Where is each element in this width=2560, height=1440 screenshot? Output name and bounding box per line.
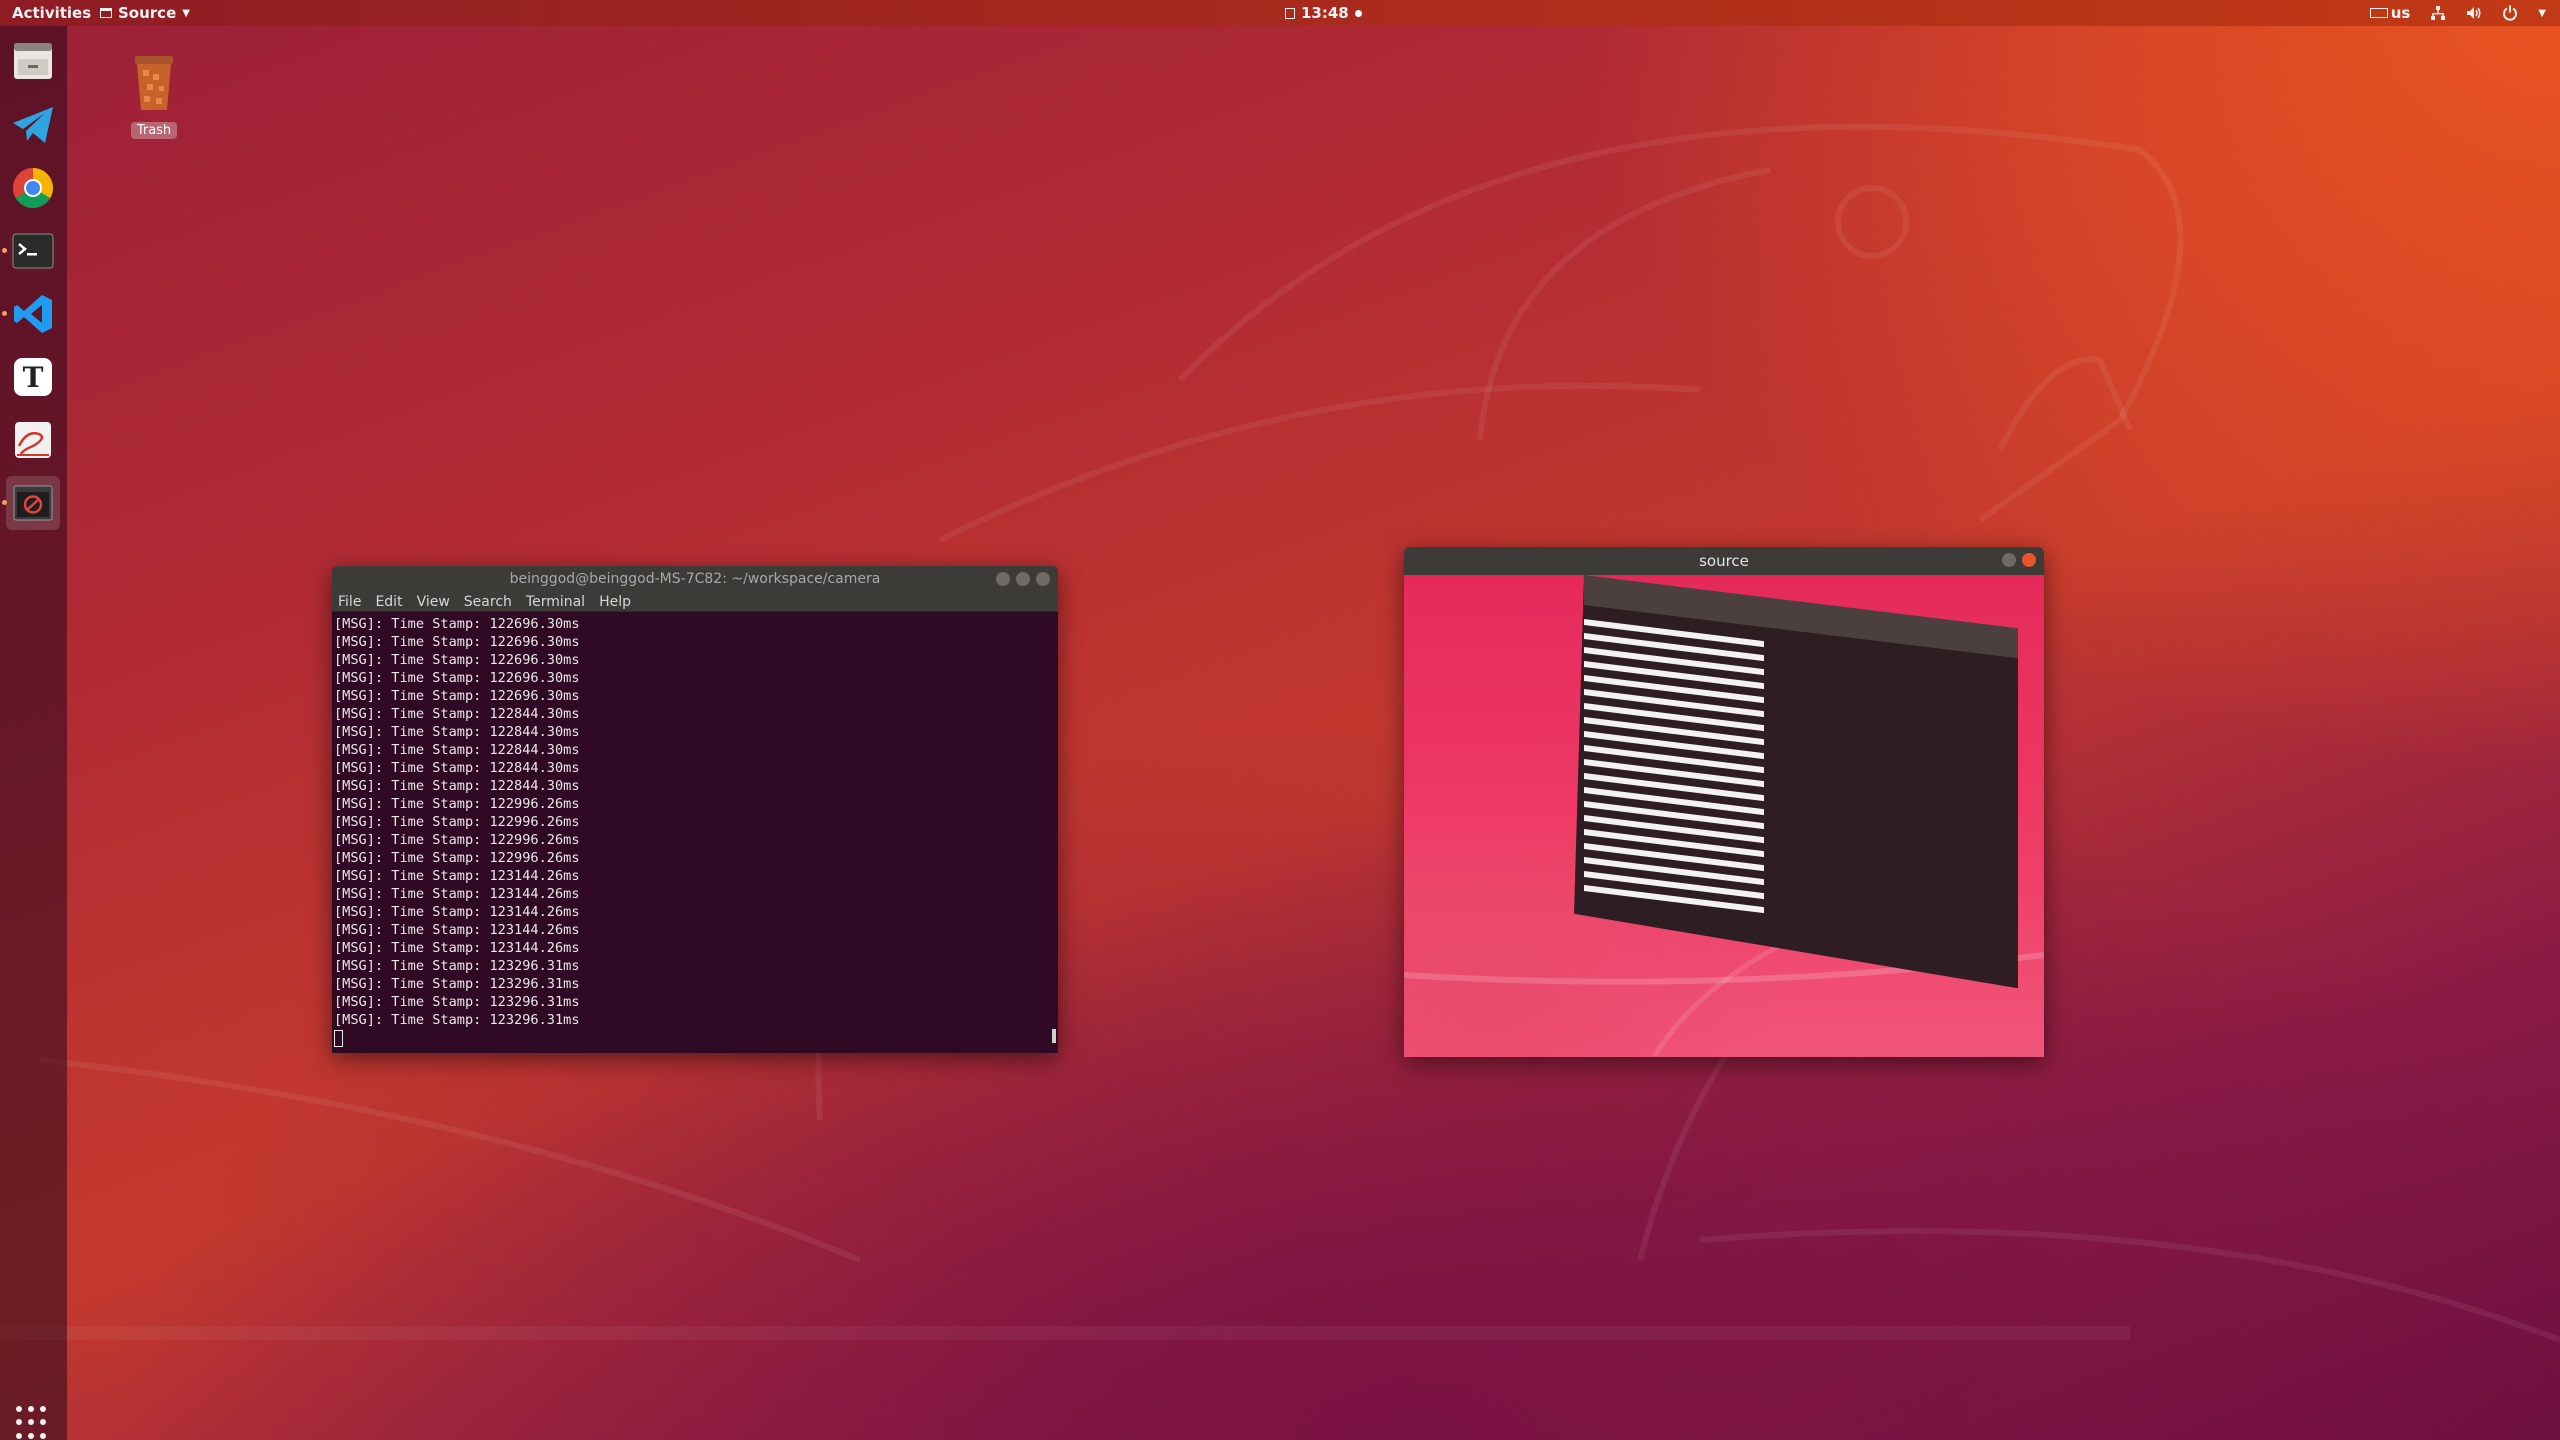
terminal-line: [MSG]: Time Stamp: 123144.26ms (334, 940, 580, 956)
activities-button[interactable]: Activities (12, 4, 91, 22)
terminal-line: [MSG]: Time Stamp: 122696.30ms (334, 652, 580, 668)
grid-icon[interactable] (16, 1406, 50, 1440)
window-icon (100, 8, 112, 18)
dock-item-terminal[interactable] (2, 224, 60, 278)
minimize-icon[interactable] (2002, 553, 2016, 567)
source-window[interactable]: source (1404, 547, 2044, 1057)
terminal-output[interactable]: [MSG]: Time Stamp: 122696.30ms [MSG]: Tim… (332, 612, 1058, 1047)
menu-help[interactable]: Help (599, 592, 631, 611)
camera-feed-image (1404, 575, 2044, 1057)
terminal-line: [MSG]: Time Stamp: 123296.31ms (334, 1012, 580, 1028)
close-icon[interactable] (1036, 572, 1050, 586)
menu-search[interactable]: Search (464, 592, 512, 611)
terminal-cursor (334, 1030, 343, 1047)
close-icon[interactable] (2022, 553, 2036, 567)
volume-icon[interactable] (2466, 5, 2482, 21)
terminal-scrollbar[interactable] (1052, 1029, 1056, 1043)
chevron-down-icon[interactable]: ▼ (2538, 8, 2546, 19)
terminal-line: [MSG]: Time Stamp: 123296.31ms (334, 994, 580, 1010)
running-indicator (2, 311, 7, 316)
terminal-line: [MSG]: Time Stamp: 122996.26ms (334, 832, 580, 848)
dock-item-chrome[interactable] (6, 161, 60, 215)
letter-t-icon: T (14, 358, 52, 396)
keyboard-layout-label: us (2390, 4, 2411, 22)
camera-captured-terminal-image (1404, 575, 2044, 1057)
paper-plane-icon (13, 107, 53, 143)
app-menu-label: Source (118, 4, 177, 22)
keyboard-layout-indicator[interactable]: us (2369, 4, 2411, 22)
clock-time: 13:48 (1301, 4, 1349, 22)
menu-terminal[interactable]: Terminal (526, 592, 585, 611)
dock-item-text-editor[interactable] (6, 413, 60, 467)
terminal-titlebar[interactable]: beinggod@beinggod-MS-7C82: ~/workspace/c… (332, 566, 1058, 592)
terminal-line: [MSG]: Time Stamp: 123144.26ms (334, 922, 580, 938)
source-titlebar[interactable]: source (1404, 547, 2044, 575)
notification-dot-icon (1354, 9, 1362, 17)
vscode-icon (14, 295, 52, 333)
terminal-line: [MSG]: Time Stamp: 122996.26ms (334, 796, 580, 812)
keyboard-icon (2369, 8, 2388, 18)
calendar-icon (1285, 7, 1295, 19)
dock-item-telegram[interactable] (6, 98, 60, 152)
terminal-line: [MSG]: Time Stamp: 122844.30ms (334, 706, 580, 722)
terminal-line: [MSG]: Time Stamp: 122696.30ms (334, 616, 580, 632)
terminal-line: [MSG]: Time Stamp: 122696.30ms (334, 634, 580, 650)
clock[interactable]: 13:48 (1285, 4, 1362, 22)
terminal-menubar: File Edit View Search Terminal Help (332, 592, 1058, 612)
dock: T (0, 26, 67, 1440)
power-icon[interactable] (2502, 5, 2518, 21)
terminal-line: [MSG]: Time Stamp: 122696.30ms (334, 688, 580, 704)
network-icon[interactable] (2430, 5, 2446, 21)
menu-view[interactable]: View (417, 592, 450, 611)
menu-edit[interactable]: Edit (375, 592, 402, 611)
top-bar: Activities Source ▼ 13:48 us ▼ (0, 0, 2560, 26)
terminal-line: [MSG]: Time Stamp: 122696.30ms (334, 670, 580, 686)
chrome-icon (13, 168, 53, 208)
terminal-line: [MSG]: Time Stamp: 122844.30ms (334, 724, 580, 740)
terminal-line: [MSG]: Time Stamp: 123296.31ms (334, 976, 580, 992)
dock-item-source-viewer[interactable] (2, 476, 60, 530)
chevron-down-icon: ▼ (182, 7, 190, 19)
terminal-line: [MSG]: Time Stamp: 123296.31ms (334, 958, 580, 974)
running-indicator (2, 248, 7, 253)
camera-window-icon (13, 485, 53, 521)
terminal-line: [MSG]: Time Stamp: 123144.26ms (334, 868, 580, 884)
terminal-title: beinggod@beinggod-MS-7C82: ~/workspace/c… (509, 571, 881, 587)
terminal-line: [MSG]: Time Stamp: 122844.30ms (334, 760, 580, 776)
trash-label: Trash (130, 122, 178, 139)
system-tray: us ▼ (2369, 4, 2546, 22)
terminal-line: [MSG]: Time Stamp: 122996.26ms (334, 814, 580, 830)
running-indicator (2, 500, 7, 505)
file-cabinet-icon (14, 43, 52, 79)
dock-item-files[interactable] (6, 34, 60, 88)
dock-item-typora[interactable]: T (6, 350, 60, 404)
terminal-line: [MSG]: Time Stamp: 122844.30ms (334, 778, 580, 794)
pen-paper-icon (15, 422, 51, 458)
minimize-icon[interactable] (996, 572, 1010, 586)
dock-item-vscode[interactable] (2, 287, 60, 341)
desktop-trash[interactable]: Trash (124, 52, 184, 139)
terminal-window[interactable]: beinggod@beinggod-MS-7C82: ~/workspace/c… (332, 566, 1058, 1053)
svg-text:T: T (23, 361, 44, 394)
terminal-icon (12, 233, 54, 269)
menu-file[interactable]: File (338, 592, 361, 611)
app-menu[interactable]: Source ▼ (100, 4, 190, 22)
source-title: source (1699, 552, 1749, 570)
terminal-line: [MSG]: Time Stamp: 123144.26ms (334, 904, 580, 920)
terminal-line: [MSG]: Time Stamp: 123144.26ms (334, 886, 580, 902)
trash-icon (135, 56, 173, 110)
terminal-line: [MSG]: Time Stamp: 122996.26ms (334, 850, 580, 866)
terminal-line: [MSG]: Time Stamp: 122844.30ms (334, 742, 580, 758)
maximize-icon[interactable] (1016, 572, 1030, 586)
